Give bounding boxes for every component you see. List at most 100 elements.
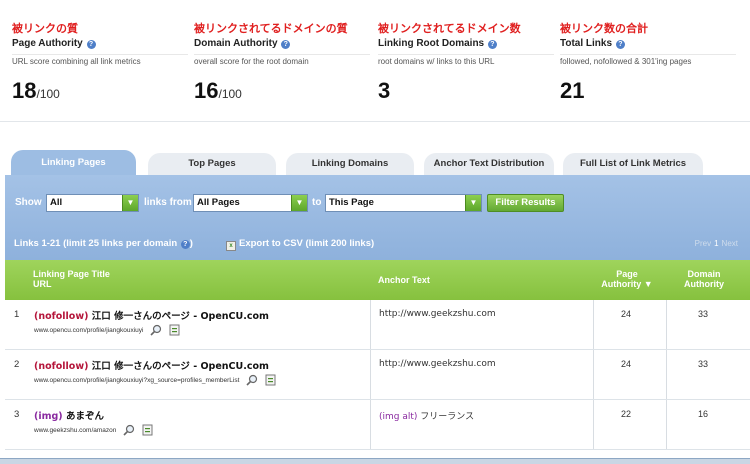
filter-panel: Show All ▼ links from All Pages ▼ to Thi… bbox=[5, 175, 750, 260]
row-url[interactable]: www.opencu.com/profile/jiangkouxiuyi?xg_… bbox=[34, 377, 239, 384]
row-page-authority: 24 bbox=[620, 359, 631, 369]
column-divider bbox=[370, 300, 371, 349]
row-title: 江口 修一さんのページ - OpenCU.com bbox=[91, 361, 269, 372]
show-select[interactable]: All ▼ bbox=[46, 194, 139, 212]
metric-description: URL score combining all link metrics bbox=[12, 54, 188, 67]
column-divider bbox=[666, 350, 667, 399]
metric-page-authority: 被リンクの質 Page Authority ? URL score combin… bbox=[12, 22, 188, 106]
export-csv-link[interactable]: x Export to CSV (limit 200 links) bbox=[226, 238, 374, 251]
metric-scale: /100 bbox=[218, 87, 242, 101]
table-header: Linking Page Title URL Anchor Text Page … bbox=[5, 260, 750, 300]
row-number: 1 bbox=[14, 309, 20, 320]
row-url[interactable]: www.opencu.com/profile/jiangkouxiuyi bbox=[34, 327, 143, 334]
metric-title: Domain Authority bbox=[194, 38, 278, 49]
metric-description: root domains w/ links to this URL bbox=[378, 54, 554, 67]
magnifier-icon[interactable] bbox=[246, 374, 258, 386]
magnifier-icon[interactable] bbox=[150, 324, 162, 336]
help-icon[interactable]: ? bbox=[487, 40, 497, 49]
metrics-summary: 被リンクの質 Page Authority ? URL score combin… bbox=[0, 0, 750, 122]
row-link[interactable]: (nofollow) 江口 修一さんのページ - OpenCU.com bbox=[34, 358, 269, 372]
metric-value: 3 bbox=[378, 78, 391, 103]
window-bottom-edge bbox=[0, 458, 750, 464]
dropdown-arrow-icon[interactable]: ▼ bbox=[465, 195, 481, 211]
pager-next[interactable]: Next bbox=[722, 239, 738, 248]
row-anchor-text: http://www.geekzshu.com bbox=[379, 309, 496, 319]
metric-linking-root-domains: 被リンクされてるドメイン数 Linking Root Domains ? roo… bbox=[378, 22, 554, 103]
row-title: あまぞん bbox=[65, 411, 104, 422]
show-label: Show bbox=[15, 197, 42, 208]
metric-value: 21 bbox=[560, 78, 585, 103]
row-page-authority: 22 bbox=[620, 409, 631, 419]
filter-results-button[interactable]: Filter Results bbox=[487, 194, 564, 212]
links-from-select[interactable]: All Pages ▼ bbox=[193, 194, 308, 212]
tab-full-list-link-metrics[interactable]: Full List of Link Metrics bbox=[563, 153, 703, 175]
tab-bar: Linking Pages Top Pages Linking Domains … bbox=[0, 150, 750, 175]
metric-title: Page Authority bbox=[12, 38, 83, 49]
table-row: 1 (nofollow) 江口 修一さんのページ - OpenCU.com ww… bbox=[5, 300, 750, 350]
page-report-icon[interactable] bbox=[169, 324, 181, 336]
to-select-value: This Page bbox=[329, 197, 374, 208]
metric-total-links: 被リンク数の合計 Total Links ? followed, nofollo… bbox=[560, 22, 736, 103]
row-anchor-text: フリーランス bbox=[420, 412, 475, 422]
row-page-authority: 24 bbox=[620, 309, 631, 319]
links-from-select-value: All Pages bbox=[197, 197, 240, 208]
dropdown-arrow-icon[interactable]: ▼ bbox=[291, 195, 307, 211]
help-icon[interactable]: ? bbox=[180, 240, 190, 249]
nofollow-tag: (nofollow) bbox=[34, 361, 89, 372]
column-header-title[interactable]: Linking Page Title bbox=[33, 269, 110, 279]
tab-top-pages[interactable]: Top Pages bbox=[148, 153, 276, 175]
row-domain-authority: 33 bbox=[697, 359, 708, 369]
links-count: Links 1-21 (limit 25 links per domain bbox=[14, 238, 178, 249]
metric-value: 16 bbox=[194, 78, 219, 103]
metric-jp-label: 被リンクされてるドメインの質 bbox=[194, 22, 348, 35]
help-icon[interactable]: ? bbox=[615, 40, 625, 49]
to-select[interactable]: This Page ▼ bbox=[325, 194, 482, 212]
nofollow-tag: (nofollow) bbox=[34, 311, 89, 322]
metric-description: followed, nofollowed & 301'ing pages bbox=[560, 54, 736, 67]
column-divider bbox=[593, 400, 594, 449]
tab-anchor-text-distribution[interactable]: Anchor Text Distribution bbox=[424, 153, 554, 175]
row-number: 2 bbox=[14, 359, 20, 370]
metric-jp-label: 被リンクの質 bbox=[12, 22, 78, 35]
help-icon[interactable]: ? bbox=[86, 40, 96, 49]
row-link[interactable]: (nofollow) 江口 修一さんのページ - OpenCU.com bbox=[34, 308, 269, 322]
pager-current-page: 1 bbox=[714, 239, 719, 248]
column-divider bbox=[370, 350, 371, 399]
metric-scale: /100 bbox=[36, 87, 60, 101]
help-icon[interactable]: ? bbox=[281, 40, 291, 49]
show-select-value: All bbox=[50, 197, 63, 208]
column-divider bbox=[666, 400, 667, 449]
to-label: to bbox=[312, 197, 322, 208]
row-url[interactable]: www.geekzshu.com/amazon bbox=[34, 427, 116, 434]
pagination: Prev 1 Next bbox=[695, 239, 738, 248]
tab-linking-domains[interactable]: Linking Domains bbox=[286, 153, 414, 175]
metric-description: overall score for the root domain bbox=[194, 54, 370, 67]
tab-linking-pages[interactable]: Linking Pages bbox=[11, 150, 136, 175]
table-row: 2 (nofollow) 江口 修一さんのページ - OpenCU.com ww… bbox=[5, 350, 750, 400]
row-domain-authority: 33 bbox=[697, 309, 708, 319]
metric-value: 18 bbox=[12, 78, 37, 103]
row-anchor-text: http://www.geekzshu.com bbox=[379, 359, 496, 369]
column-divider bbox=[593, 300, 594, 349]
column-divider bbox=[666, 300, 667, 349]
metric-title: Total Links bbox=[560, 38, 613, 49]
metric-title: Linking Root Domains bbox=[378, 38, 485, 49]
row-title: 江口 修一さんのページ - OpenCU.com bbox=[91, 311, 269, 322]
magnifier-icon[interactable] bbox=[123, 424, 135, 436]
column-divider bbox=[593, 350, 594, 399]
table-row: 3 (img) あまぞん www.geekzshu.com/amazon (im… bbox=[5, 400, 750, 450]
export-csv-label: Export to CSV (limit 200 links) bbox=[239, 238, 375, 249]
column-header-url[interactable]: URL bbox=[33, 279, 110, 289]
metric-jp-label: 被リンクされてるドメイン数 bbox=[378, 22, 521, 35]
metric-domain-authority: 被リンクされてるドメインの質 Domain Authority ? overal… bbox=[194, 22, 370, 106]
img-tag: (img) bbox=[34, 411, 63, 422]
dropdown-arrow-icon[interactable]: ▼ bbox=[122, 195, 138, 211]
row-link[interactable]: (img) あまぞん bbox=[34, 408, 104, 422]
page-report-icon[interactable] bbox=[265, 374, 277, 386]
pager-prev[interactable]: Prev bbox=[695, 239, 711, 248]
metric-jp-label: 被リンク数の合計 bbox=[560, 22, 648, 35]
links-summary-row: Links 1-21 (limit 25 links per domain ?)… bbox=[14, 238, 738, 251]
img-alt-tag: (img alt) bbox=[379, 412, 418, 422]
links-from-label: links from bbox=[144, 197, 192, 208]
page-report-icon[interactable] bbox=[142, 424, 154, 436]
